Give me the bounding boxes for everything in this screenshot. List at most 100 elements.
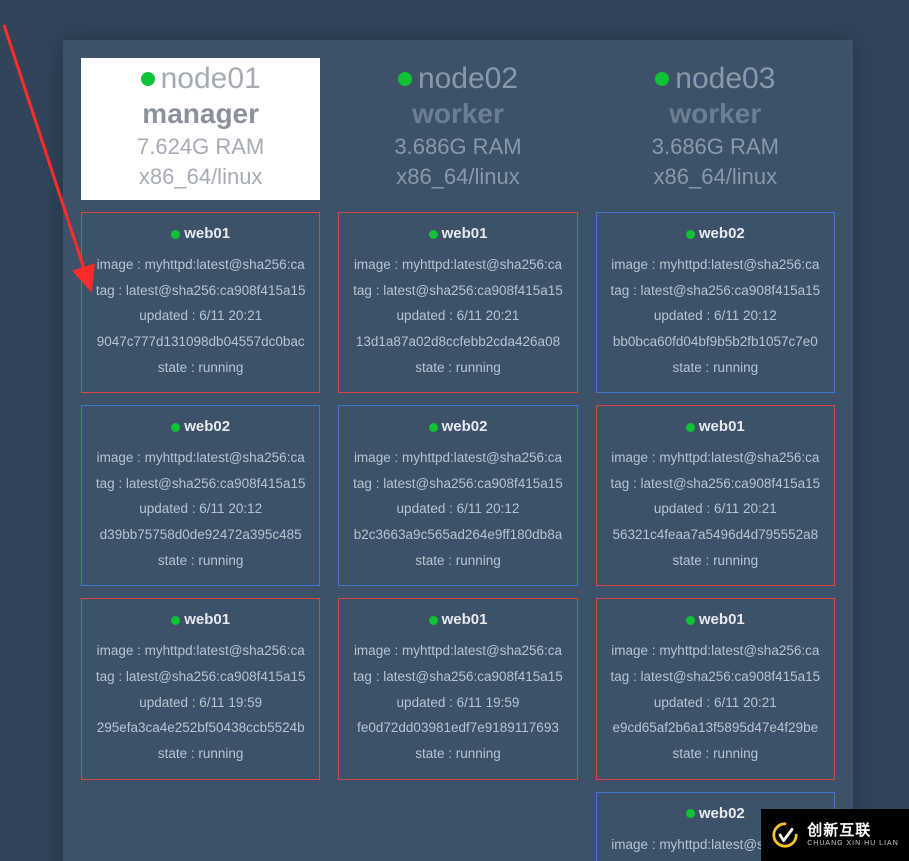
service-title: web01 — [88, 225, 313, 242]
service-card[interactable]: web01 image : myhttpd:latest@sha256:catag… — [596, 405, 835, 586]
node-ram: 3.686G RAM — [596, 134, 835, 160]
service-state: state : running — [88, 548, 313, 574]
service-state: state : running — [88, 741, 313, 767]
service-image: image : myhttpd:latest@sha256:ca — [345, 445, 570, 471]
service-title: web01 — [603, 611, 828, 628]
service-updated: updated : 6/11 19:59 — [345, 690, 570, 716]
brand-text-en: CHUANG XIN HU LIAN — [807, 840, 899, 847]
service-card[interactable]: web02 image : myhttpd:latest@sha256:catag… — [81, 405, 320, 586]
service-title: web01 — [88, 611, 313, 628]
service-tag: tag : latest@sha256:ca908f415a15 — [88, 278, 313, 304]
service-hash: bb0bca60fd04bf9b5b2fb1057c7e0 — [603, 329, 828, 355]
status-dot-icon — [141, 72, 155, 86]
service-name: web02 — [699, 805, 745, 822]
service-image: image : myhttpd:latest@sha256:ca — [603, 638, 828, 664]
service-title: web02 — [603, 225, 828, 242]
node-column: node01manager7.624G RAMx86_64/linuxweb01… — [81, 58, 320, 861]
service-hash: fe0d72dd03981edf7e9189117693 — [345, 715, 570, 741]
service-card[interactable]: web01image : myhttpd:latest@sha256:catag… — [338, 598, 577, 779]
service-card[interactable]: web02 image : myhttpd:latest@sha256:catag… — [338, 405, 577, 586]
service-state: state : running — [88, 355, 313, 381]
node-name: node02 — [418, 62, 518, 96]
node-arch: x86_64/linux — [338, 164, 577, 190]
status-dot-icon — [655, 72, 669, 86]
brand-logo-icon — [771, 821, 799, 849]
node-arch: x86_64/linux — [596, 164, 835, 190]
status-dot-icon — [398, 72, 412, 86]
node-header[interactable]: node02worker 3.686G RAM x86_64/linux — [338, 58, 577, 200]
status-dot-icon — [686, 616, 695, 625]
service-image: image : myhttpd:latest@sha256:ca — [345, 252, 570, 278]
service-hash: 13d1a87a02d8ccfebb2cda426a08 — [345, 329, 570, 355]
service-card[interactable]: web01 image : myhttpd:latest@sha256:catag… — [596, 598, 835, 779]
brand-badge: 创新互联 CHUANG XIN HU LIAN — [761, 809, 909, 861]
dashboard-panel: node01manager7.624G RAMx86_64/linux web01… — [63, 40, 853, 861]
node-name: node03 — [675, 62, 775, 96]
node-ram: 3.686G RAM — [338, 134, 577, 160]
brand-text-zh: 创新互联 — [807, 823, 899, 838]
service-title: web02 — [345, 418, 570, 435]
service-name: web02 — [442, 418, 488, 435]
service-state: state : running — [345, 741, 570, 767]
service-card[interactable]: web01 image : myhttpd:latest@sha256:catag… — [81, 212, 320, 393]
service-updated: updated : 6/11 20:12 — [345, 496, 570, 522]
service-updated: updated : 6/11 20:12 — [603, 303, 828, 329]
service-hash: b2c3663a9c565ad264e9ff180db8a — [345, 522, 570, 548]
service-state: state : running — [603, 355, 828, 381]
service-hash: 295efa3ca4e252bf50438ccb5524b — [88, 715, 313, 741]
node-column: node03worker3.686G RAMx86_64/linuxweb02i… — [596, 58, 835, 861]
service-tag: tag : latest@sha256:ca908f415a15 — [603, 664, 828, 690]
service-updated: updated : 6/11 20:21 — [603, 496, 828, 522]
node-header[interactable]: node03worker3.686G RAMx86_64/linux — [596, 58, 835, 200]
service-image: image : myhttpd:latest@sha256:ca — [603, 445, 828, 471]
service-image: image : myhttpd:latest@sha256:ca — [88, 638, 313, 664]
status-dot-icon — [171, 423, 180, 432]
service-tag: tag : latest@sha256:ca908f415a15 — [603, 278, 828, 304]
service-tag: tag : latest@sha256:ca908f415a15 — [88, 471, 313, 497]
service-image: image : myhttpd:latest@sha256:ca — [88, 252, 313, 278]
status-dot-icon — [686, 809, 695, 818]
service-title: web01 — [345, 225, 570, 242]
service-tag: tag : latest@sha256:ca908f415a15 — [88, 664, 313, 690]
status-dot-icon — [429, 616, 438, 625]
node-role: worker — [338, 98, 577, 130]
service-updated: updated : 6/11 20:21 — [88, 303, 313, 329]
service-name: web01 — [699, 418, 745, 435]
service-card[interactable]: web02image : myhttpd:latest@sha256:catag… — [596, 212, 835, 393]
service-card[interactable]: web01 image : myhttpd:latest@sha256:catag… — [338, 212, 577, 393]
service-updated: updated : 6/11 19:59 — [88, 690, 313, 716]
service-hash: 56321c4feaa7a5496d4d795552a8 — [603, 522, 828, 548]
service-tag: tag : latest@sha256:ca908f415a15 — [603, 471, 828, 497]
service-state: state : running — [603, 548, 828, 574]
service-name: web02 — [184, 418, 230, 435]
service-name: web01 — [184, 611, 230, 628]
node-role: manager — [81, 98, 320, 130]
service-title: web02 — [88, 418, 313, 435]
node-arch: x86_64/linux — [81, 164, 320, 190]
service-state: state : running — [345, 548, 570, 574]
service-tag: tag : latest@sha256:ca908f415a15 — [345, 664, 570, 690]
service-tag: tag : latest@sha256:ca908f415a15 — [345, 278, 570, 304]
status-dot-icon — [429, 230, 438, 239]
service-state: state : running — [603, 741, 828, 767]
service-tag: tag : latest@sha256:ca908f415a15 — [345, 471, 570, 497]
service-hash: e9cd65af2b6a13f5895d47e4f29be — [603, 715, 828, 741]
service-hash: 9047c777d131098db04557dc0bac — [88, 329, 313, 355]
service-updated: updated : 6/11 20:21 — [345, 303, 570, 329]
node-header[interactable]: node01manager7.624G RAMx86_64/linux — [81, 58, 320, 200]
node-column: node02worker 3.686G RAM x86_64/linux web01 i… — [338, 58, 577, 861]
service-updated: updated : 6/11 20:21 — [603, 690, 828, 716]
service-name: web02 — [699, 225, 745, 242]
status-dot-icon — [171, 230, 180, 239]
service-name: web01 — [184, 225, 230, 242]
status-dot-icon — [686, 423, 695, 432]
service-state: state : running — [345, 355, 570, 381]
service-updated: updated : 6/11 20:12 — [88, 496, 313, 522]
status-dot-icon — [686, 230, 695, 239]
service-card[interactable]: web01 image : myhttpd:latest@sha256:catag… — [81, 598, 320, 779]
node-name: node01 — [161, 62, 261, 96]
service-title: web01 — [345, 611, 570, 628]
service-hash: d39bb75758d0de92472a395c485 — [88, 522, 313, 548]
service-image: image : myhttpd:latest@sha256:ca — [88, 445, 313, 471]
service-name: web01 — [442, 225, 488, 242]
